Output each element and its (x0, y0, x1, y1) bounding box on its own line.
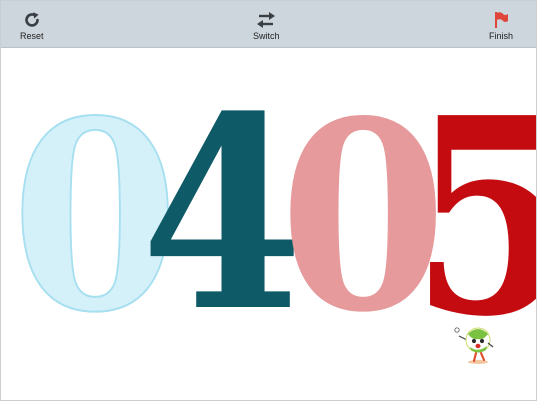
finish-button[interactable]: Finish (489, 11, 513, 42)
finish-label: Finish (489, 31, 514, 41)
switch-label: Switch (253, 31, 280, 41)
reset-button[interactable]: Reset (20, 11, 44, 42)
mascot-character-icon (450, 323, 496, 365)
refresh-icon (23, 11, 41, 29)
swap-arrows-icon (255, 11, 277, 29)
app-window: Reset Switch Finish 0 4 0 (0, 0, 537, 401)
digit-4[interactable]: 5 (411, 82, 536, 352)
flag-icon (492, 11, 510, 29)
switch-button[interactable]: Switch (253, 11, 280, 42)
top-toolbar: Reset Switch Finish (1, 1, 536, 48)
reset-label: Reset (20, 31, 44, 41)
